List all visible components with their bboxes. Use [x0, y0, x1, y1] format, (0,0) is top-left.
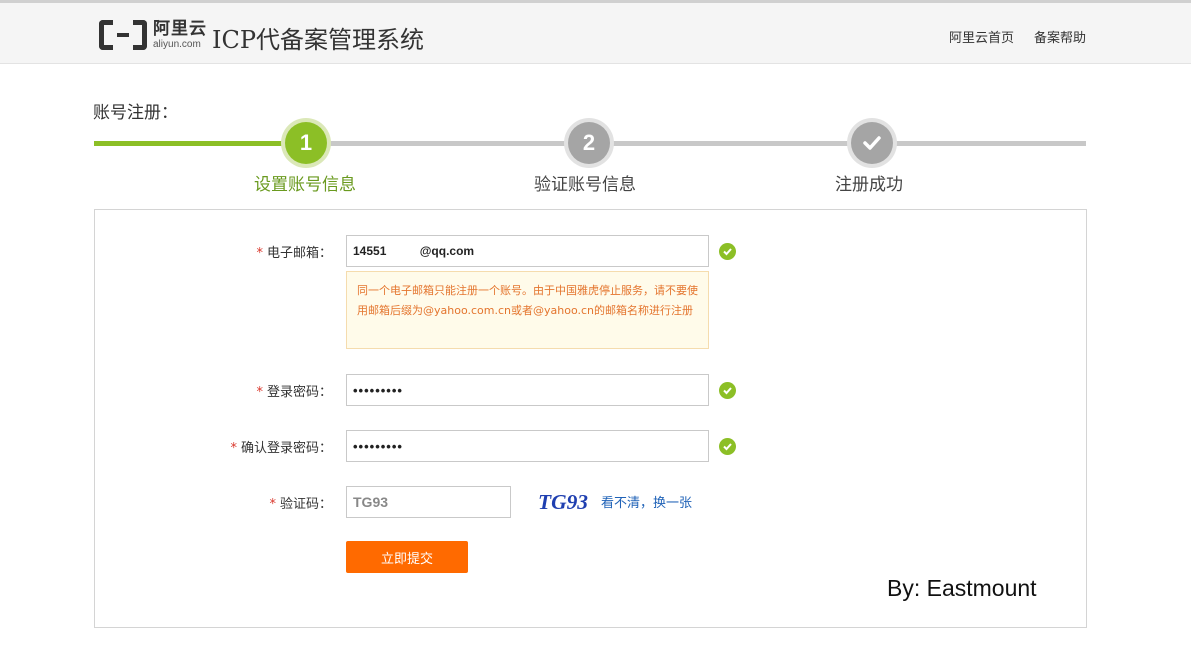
confirm-password-valid-icon	[719, 438, 736, 455]
aliyun-logo-icon	[99, 20, 147, 50]
captcha-image[interactable]: TG93	[537, 489, 589, 515]
email-valid-icon	[719, 243, 736, 260]
top-nav: 阿里云首页 备案帮助	[949, 27, 1086, 46]
check-icon	[863, 136, 881, 150]
password-input[interactable]	[346, 374, 709, 406]
nav-link-help[interactable]: 备案帮助	[1034, 27, 1086, 46]
step-2-label: 验证账号信息	[534, 175, 636, 195]
required-mark: *	[230, 441, 237, 456]
step-1-label: 设置账号信息	[254, 175, 356, 195]
required-mark: *	[269, 497, 276, 512]
email-input[interactable]	[346, 235, 709, 267]
step-3-label: 注册成功	[835, 175, 903, 195]
confirm-password-input[interactable]	[346, 430, 709, 462]
page-title: 账号注册：	[93, 103, 178, 123]
step-progress-line	[609, 141, 852, 146]
step-progress-line	[892, 141, 1086, 146]
required-mark: *	[256, 385, 263, 400]
step-progress-line-done	[94, 141, 286, 146]
captcha-label: * 验证码：	[269, 497, 332, 512]
password-valid-icon	[719, 382, 736, 399]
top-header: 阿里云 aliyun.com ICP代备案管理系统 阿里云首页 备案帮助	[0, 0, 1191, 64]
captcha-image-text: TG93	[538, 490, 588, 514]
app-title: ICP代备案管理系统	[212, 26, 424, 54]
logo-text-en: aliyun.com	[153, 38, 201, 50]
step-1-circle: 1	[285, 122, 327, 164]
captcha-input[interactable]	[346, 486, 511, 518]
submit-button[interactable]: 立即提交	[346, 541, 468, 573]
step-2-circle: 2	[568, 122, 610, 164]
confirm-password-label: * 确认登录密码：	[230, 441, 332, 456]
email-hint: 同一个电子邮箱只能注册一个账号。由于中国雅虎停止服务，请不要使用邮箱后缀为@ya…	[346, 271, 709, 349]
aliyun-logo[interactable]: 阿里云 aliyun.com	[99, 19, 207, 51]
step-progress-line	[326, 141, 569, 146]
email-label: * 电子邮箱：	[256, 246, 332, 261]
logo-text-cn: 阿里云	[153, 18, 207, 39]
required-mark: *	[256, 246, 263, 261]
step-3-circle	[851, 122, 893, 164]
author-watermark: By: Eastmount	[887, 575, 1037, 601]
registration-form: *电子邮箱： 同一个电子邮箱只能注册一个账号。由于中国雅虎停止服务，请不要使用邮…	[94, 209, 1087, 628]
password-label: * 登录密码：	[256, 385, 332, 400]
captcha-refresh-link[interactable]: 看不清，换一张	[601, 492, 692, 511]
nav-link-home[interactable]: 阿里云首页	[949, 27, 1014, 46]
